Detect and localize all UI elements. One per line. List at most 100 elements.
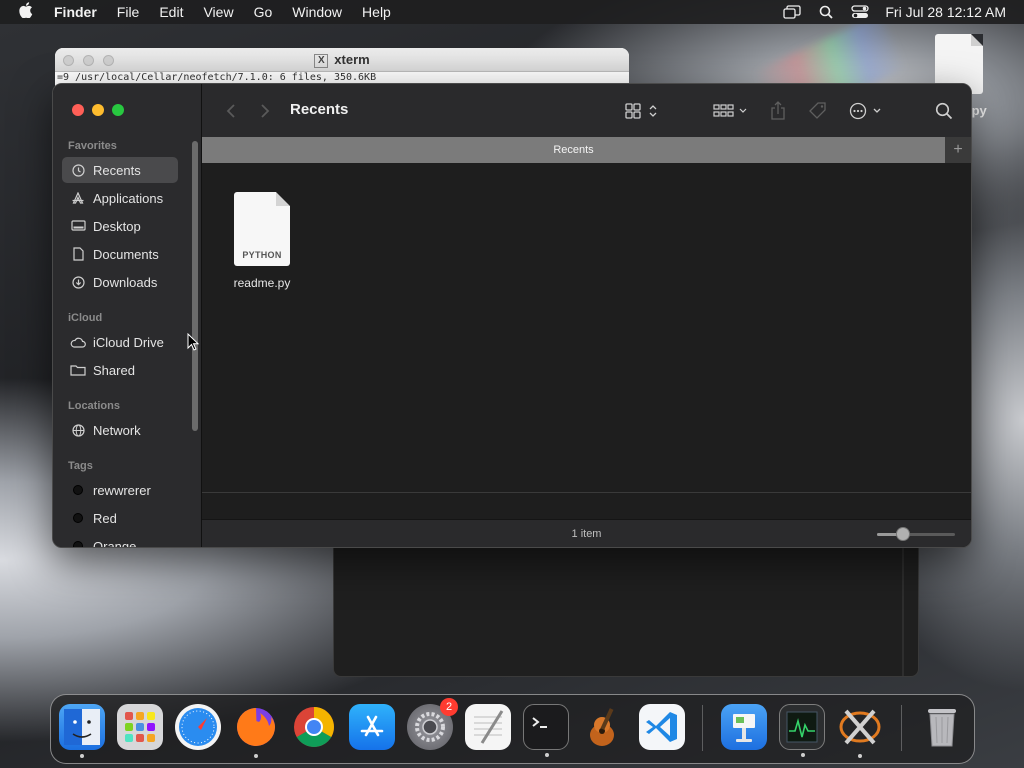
window-controls — [72, 104, 124, 116]
activity-monitor-icon[interactable] — [779, 704, 825, 757]
finder-sidebar: Favorites Recents Applications Desktop D… — [53, 84, 202, 547]
screen-mirroring-icon[interactable] — [783, 4, 802, 20]
document-icon — [70, 247, 86, 261]
finder-icon[interactable] — [59, 704, 105, 758]
shared-folder-icon — [70, 363, 86, 377]
running-indicator — [801, 753, 805, 757]
sidebar-header-tags: Tags — [68, 460, 93, 472]
menu-window[interactable]: Window — [282, 0, 352, 24]
close-button[interactable] — [72, 104, 84, 116]
sidebar-item-documents[interactable]: Documents — [62, 241, 178, 267]
dock-separator — [702, 705, 703, 751]
more-actions-icon[interactable] — [849, 101, 885, 121]
forward-chevron-icon[interactable] — [260, 101, 270, 121]
app-store-icon[interactable] — [349, 704, 395, 750]
sidebar-item-label: Shared — [93, 362, 135, 378]
launchpad-icon[interactable] — [117, 704, 163, 750]
sidebar-item-recents[interactable]: Recents — [62, 157, 178, 183]
item-count: 1 item — [571, 528, 602, 540]
tag-dot-icon — [73, 541, 83, 547]
safari-icon[interactable] — [175, 704, 221, 750]
xterm-window[interactable]: Xxterm =9 /usr/local/Cellar/neofetch/7.1… — [55, 48, 629, 88]
xquartz-icon[interactable] — [837, 704, 883, 758]
back-chevron-icon[interactable] — [226, 101, 236, 121]
new-tab-button[interactable]: + — [945, 137, 971, 163]
tag-icon[interactable] — [808, 101, 828, 121]
trash-icon[interactable] — [919, 704, 965, 750]
python-file-icon: PYTHON — [234, 192, 290, 266]
share-icon[interactable] — [770, 101, 786, 121]
menu-clock[interactable]: Fri Jul 28 12:12 AM — [885, 4, 1006, 20]
sidebar-item-downloads[interactable]: Downloads — [62, 269, 178, 295]
xterm-titlebar[interactable]: Xxterm — [55, 48, 629, 72]
sidebar-item-desktop[interactable]: Desktop — [62, 213, 178, 239]
x11-logo-icon: X — [314, 53, 329, 68]
sidebar-item-label: Desktop — [93, 218, 141, 234]
tag-dot-icon — [73, 513, 83, 523]
network-globe-icon — [70, 423, 86, 437]
search-icon[interactable] — [935, 101, 953, 121]
cloud-icon — [70, 335, 86, 349]
file-name: readme.py — [233, 276, 291, 290]
terminal-icon[interactable] — [523, 704, 569, 757]
xterm-title: xterm — [334, 52, 370, 67]
sidebar-item-label: Recents — [93, 162, 141, 178]
textedit-icon[interactable] — [465, 704, 511, 750]
sidebar-item-applications[interactable]: Applications — [62, 185, 178, 211]
sidebar-item-label: Applications — [93, 190, 164, 206]
sidebar-item-shared[interactable]: Shared — [62, 357, 178, 383]
sidebar-scrollbar[interactable] — [192, 141, 198, 431]
menu-help[interactable]: Help — [352, 0, 401, 24]
xterm-minimize-button[interactable] — [83, 55, 94, 66]
firefox-icon[interactable] — [233, 704, 279, 758]
spotlight-search-icon[interactable] — [817, 4, 835, 20]
sidebar-tag-rewwrerer[interactable]: rewwrerer — [62, 477, 178, 503]
mouse-cursor-icon — [187, 333, 199, 351]
sidebar-item-network[interactable]: Network — [62, 417, 178, 443]
apple-menu-icon[interactable] — [8, 2, 44, 22]
icon-view-toggle[interactable] — [625, 101, 659, 121]
menu-view[interactable]: View — [193, 0, 243, 24]
minimize-button[interactable] — [92, 104, 104, 116]
sidebar-item-label: Orange — [93, 538, 137, 548]
finder-window[interactable]: Favorites Recents Applications Desktop D… — [52, 83, 972, 548]
icon-size-slider-knob[interactable] — [895, 527, 910, 541]
xterm-close-button[interactable] — [63, 55, 74, 66]
menu-edit[interactable]: Edit — [149, 0, 193, 24]
file-kind-label: PYTHON — [242, 250, 282, 260]
control-center-icon[interactable] — [851, 4, 870, 20]
file-item[interactable]: PYTHON readme.py — [222, 192, 302, 290]
finder-toolbar: Recents — [202, 84, 971, 137]
zoom-button[interactable] — [112, 104, 124, 116]
garageband-icon[interactable] — [581, 704, 627, 750]
sidebar-item-icloud-drive[interactable]: iCloud Drive — [62, 329, 178, 355]
status-bar: 1 item — [202, 519, 971, 547]
keynote-icon[interactable] — [721, 704, 767, 750]
vscode-icon[interactable] — [639, 704, 685, 750]
sidebar-item-label: Red — [93, 510, 117, 526]
sidebar-tag-orange[interactable]: Orange — [62, 533, 178, 548]
system-preferences-icon[interactable]: 2 — [407, 698, 458, 750]
sidebar-item-label: Documents — [93, 246, 159, 262]
chrome-icon[interactable] — [291, 704, 337, 750]
menu-bar: Finder File Edit View Go Window Help Fri… — [0, 0, 1024, 24]
icon-size-slider[interactable] — [877, 527, 955, 541]
download-icon — [70, 275, 86, 289]
xterm-output-line: =9 /usr/local/Cellar/neofetch/7.1.0: 6 f… — [57, 72, 377, 83]
applications-icon — [70, 191, 86, 205]
content-divider — [202, 492, 971, 493]
sidebar-header-favorites: Favorites — [68, 140, 117, 152]
tab-recents[interactable]: Recents — [202, 137, 945, 163]
xterm-zoom-button[interactable] — [103, 55, 114, 66]
sidebar-header-locations: Locations — [68, 400, 120, 412]
dock-separator — [901, 705, 902, 751]
menu-app-name[interactable]: Finder — [44, 0, 107, 24]
menu-file[interactable]: File — [107, 0, 150, 24]
running-indicator — [254, 754, 258, 758]
background-window-divider — [902, 546, 904, 676]
background-window[interactable] — [333, 545, 919, 677]
sidebar-tag-red[interactable]: Red — [62, 505, 178, 531]
group-by-button[interactable] — [713, 101, 749, 121]
menu-go[interactable]: Go — [244, 0, 283, 24]
running-indicator — [858, 754, 862, 758]
